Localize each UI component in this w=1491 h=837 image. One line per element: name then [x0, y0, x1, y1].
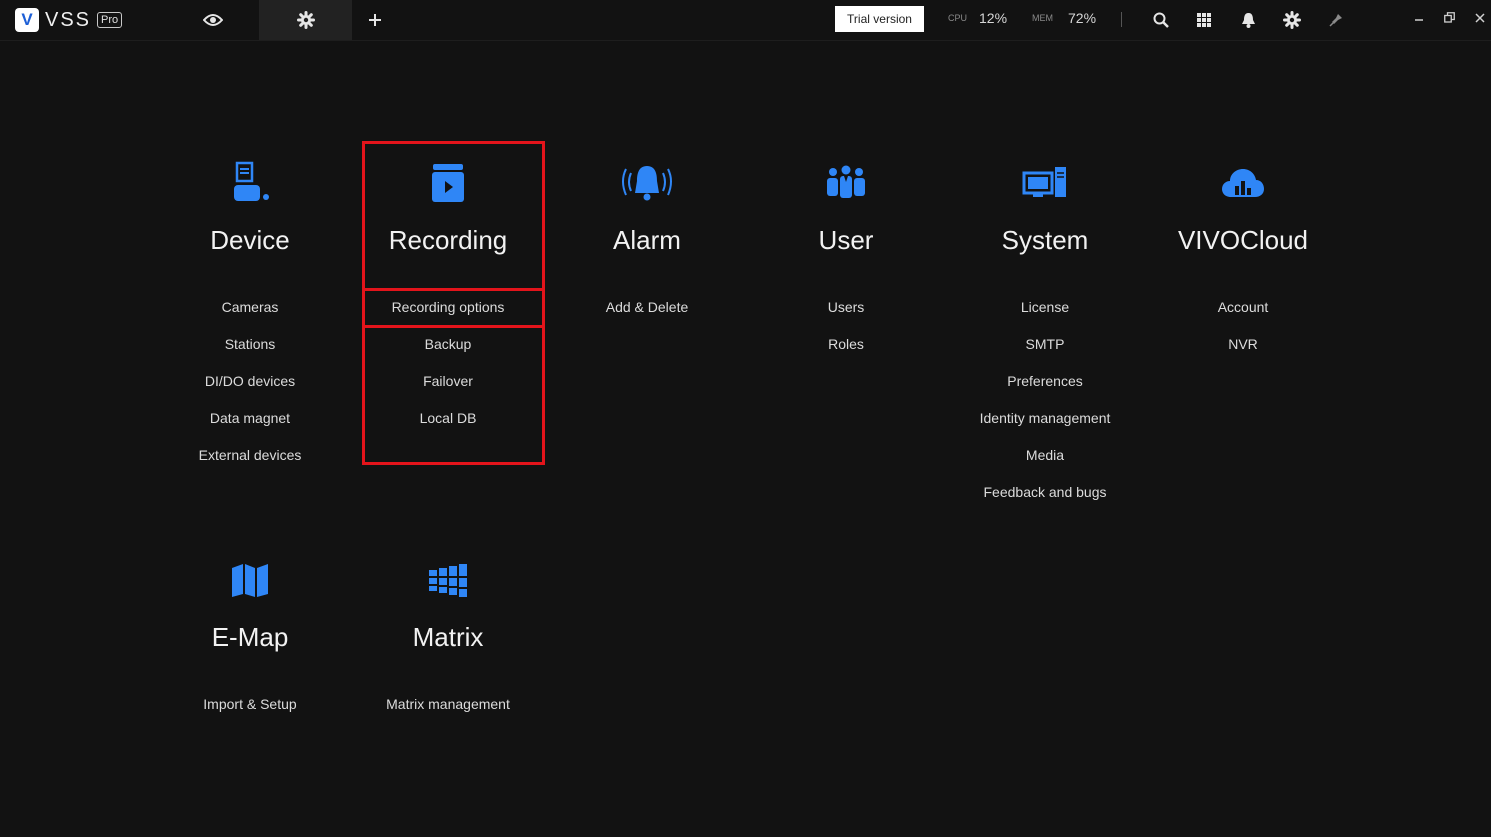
eye-icon — [202, 14, 223, 26]
search-button[interactable] — [1151, 10, 1171, 30]
cloud-icon[interactable] — [1148, 158, 1338, 208]
gear-icon — [296, 11, 315, 29]
close-button[interactable] — [1472, 11, 1488, 26]
mem-label: MEM — [1032, 13, 1053, 23]
category-title[interactable]: Alarm — [552, 220, 742, 260]
trial-version-button[interactable]: Trial version — [835, 6, 924, 32]
category-device: Device Cameras Stations DI/DO devices Da… — [155, 158, 345, 483]
mem-value: 72% — [1068, 10, 1097, 26]
users-icon[interactable] — [751, 158, 941, 208]
menu-item-external-devices[interactable]: External devices — [155, 446, 345, 483]
device-icon[interactable] — [155, 158, 345, 208]
category-title[interactable]: User — [751, 220, 941, 260]
menu-item-license[interactable]: License — [950, 298, 1140, 335]
alarm-bell-icon[interactable] — [552, 158, 742, 208]
menu-item-nvr[interactable]: NVR — [1148, 335, 1338, 372]
menu-item-feedback-and-bugs[interactable]: Feedback and bugs — [950, 483, 1140, 520]
menu-item-matrix-management[interactable]: Matrix management — [353, 695, 543, 732]
minimize-button[interactable] — [1411, 11, 1427, 26]
highlight-recording-header — [362, 141, 545, 291]
category-title[interactable]: Device — [155, 220, 345, 260]
menu-item-dido-devices[interactable]: DI/DO devices — [155, 372, 345, 409]
category-title[interactable]: System — [950, 220, 1140, 260]
category-user: User Users Roles — [751, 158, 941, 372]
close-icon — [1475, 13, 1485, 23]
menu-item-stations[interactable]: Stations — [155, 335, 345, 372]
menu-item-roles[interactable]: Roles — [751, 335, 941, 372]
minimize-icon — [1415, 19, 1423, 21]
bell-icon — [1241, 13, 1255, 28]
category-vivocloud: VIVOCloud Account NVR — [1148, 158, 1338, 372]
plus-icon — [369, 14, 381, 26]
edition-badge: Pro — [97, 12, 123, 28]
menu-item-identity-management[interactable]: Identity management — [950, 409, 1140, 446]
menu-item-account[interactable]: Account — [1148, 298, 1338, 335]
pin-button[interactable] — [1326, 10, 1346, 30]
grid-icon — [1197, 13, 1211, 27]
category-emap: E-Map Import & Setup — [155, 555, 345, 732]
menu-item-cameras[interactable]: Cameras — [155, 298, 345, 335]
highlight-recording-subitems — [362, 325, 545, 465]
menu-item-users[interactable]: Users — [751, 298, 941, 335]
map-icon[interactable] — [155, 555, 345, 605]
matrix-icon[interactable] — [353, 555, 543, 605]
menu-item-add-delete[interactable]: Add & Delete — [552, 298, 742, 335]
tab-settings[interactable] — [259, 0, 352, 40]
vivotek-logo-icon: V — [15, 8, 39, 32]
category-matrix: Matrix Matrix management — [353, 555, 543, 732]
category-alarm: Alarm Add & Delete — [552, 158, 742, 335]
tab-liveview[interactable] — [190, 0, 235, 40]
category-title[interactable]: Matrix — [353, 617, 543, 657]
toolbar-divider — [1121, 12, 1122, 27]
highlight-recording-options — [362, 288, 545, 328]
cpu-label: CPU — [948, 13, 968, 23]
settings-button[interactable] — [1282, 10, 1302, 30]
computer-icon[interactable] — [950, 158, 1140, 208]
top-bar: V VSS Pro Trial version CPU 12% MEM 72% — [0, 0, 1491, 41]
pin-icon — [1329, 14, 1342, 27]
add-tab-button[interactable] — [360, 0, 390, 40]
app-logo: V VSS Pro — [15, 8, 123, 32]
category-system: System License SMTP Preferences Identity… — [950, 158, 1140, 520]
gear-icon — [1283, 11, 1301, 29]
menu-item-import-setup[interactable]: Import & Setup — [155, 695, 345, 732]
category-title[interactable]: VIVOCloud — [1148, 220, 1338, 260]
menu-item-smtp[interactable]: SMTP — [950, 335, 1140, 372]
app-name: VSS — [45, 8, 92, 31]
restore-icon — [1443, 12, 1455, 23]
cpu-value: 12% — [979, 10, 1008, 26]
apps-button[interactable] — [1194, 10, 1214, 30]
restore-button[interactable] — [1441, 11, 1457, 26]
notifications-button[interactable] — [1238, 10, 1258, 30]
search-icon — [1153, 12, 1169, 28]
menu-item-media[interactable]: Media — [950, 446, 1140, 483]
category-title[interactable]: E-Map — [155, 617, 345, 657]
menu-item-data-magnet[interactable]: Data magnet — [155, 409, 345, 446]
menu-item-preferences[interactable]: Preferences — [950, 372, 1140, 409]
